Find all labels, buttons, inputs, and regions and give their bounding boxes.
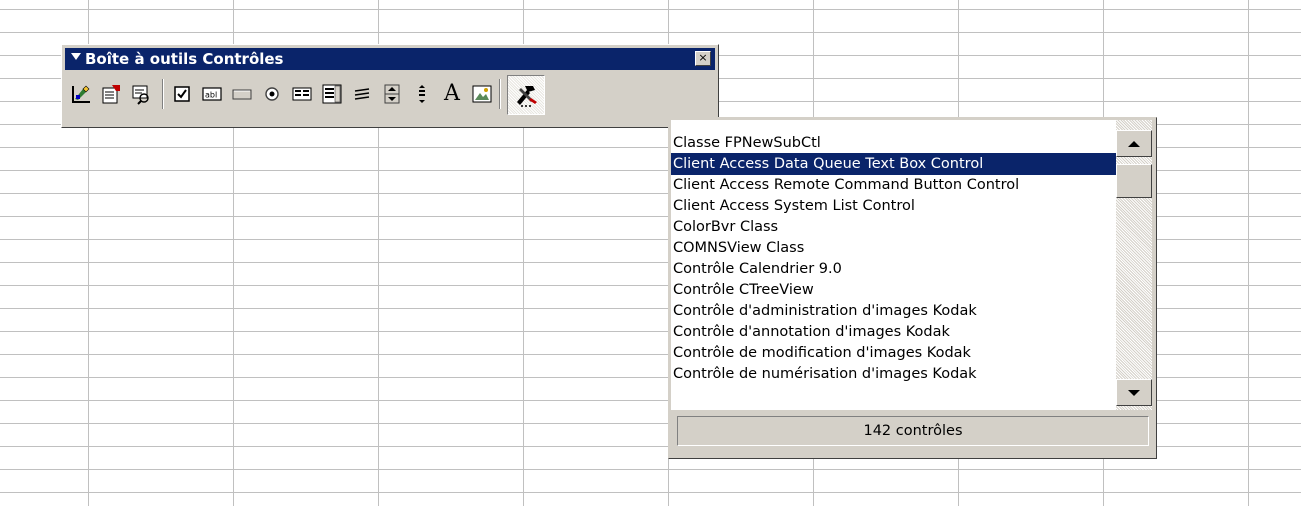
toolbox-title: Boîte à outils Contrôles xyxy=(85,50,284,68)
scrollbar-thumb[interactable] xyxy=(1116,164,1152,198)
textbox-icon[interactable]: abl xyxy=(199,81,225,107)
list-item[interactable]: Classe FPNewSubCtl xyxy=(671,132,1121,154)
close-button[interactable]: × xyxy=(695,51,711,66)
arrow-up-icon xyxy=(1128,140,1140,147)
design-mode-icon[interactable] xyxy=(68,81,94,107)
arrow-down-icon xyxy=(1128,389,1140,396)
toolbox-tools: abl A xyxy=(66,75,716,119)
label-icon[interactable]: A xyxy=(439,81,465,107)
list-item[interactable]: Contrôle Calendrier 9.0 xyxy=(671,258,1121,280)
list-item[interactable]: Contrôle de numérisation d'images Kodak xyxy=(671,363,1121,385)
list-item[interactable]: Contrôle CTreeView xyxy=(671,279,1121,301)
toggle-button-icon[interactable] xyxy=(349,81,375,107)
svg-text:abl: abl xyxy=(205,91,217,100)
properties-icon[interactable] xyxy=(98,81,124,107)
label-glyph: A xyxy=(444,81,460,106)
list-item[interactable]: Contrôle d'administration d'images Kodak xyxy=(671,300,1121,322)
list-item[interactable]: Contrôle de modification d'images Kodak xyxy=(671,342,1121,364)
list-item[interactable]: COMNSView Class xyxy=(671,237,1121,259)
list-item[interactable]: Client Access Remote Command Button Cont… xyxy=(671,174,1121,196)
scroll-down-button[interactable] xyxy=(1116,379,1152,406)
scrollbar-icon[interactable] xyxy=(409,81,435,107)
more-controls-dropdown[interactable]: Classe FPNewSubCtl Client Access Data Qu… xyxy=(668,117,1157,459)
image-icon[interactable] xyxy=(469,81,495,107)
controls-toolbox[interactable]: Boîte à outils Contrôles × abl A xyxy=(61,44,719,128)
toolbar-options-arrow-icon[interactable] xyxy=(71,53,81,60)
list-item[interactable]: Client Access System List Control xyxy=(671,195,1121,217)
spin-button-icon[interactable] xyxy=(379,81,405,107)
list-item[interactable]: Contrôle d'annotation d'images Kodak xyxy=(671,321,1121,343)
controls-listbox[interactable]: Classe FPNewSubCtl Client Access Data Qu… xyxy=(671,120,1152,410)
vertical-scrollbar[interactable] xyxy=(1116,120,1152,410)
view-code-icon[interactable] xyxy=(128,81,154,107)
controls-count-status: 142 contrôles xyxy=(677,416,1149,446)
command-button-icon[interactable] xyxy=(229,81,255,107)
checkbox-icon[interactable] xyxy=(169,81,195,107)
scroll-up-button[interactable] xyxy=(1116,130,1152,157)
toolbar-separator xyxy=(162,79,164,109)
list-item-selected[interactable]: Client Access Data Queue Text Box Contro… xyxy=(671,153,1121,175)
more-controls-icon[interactable] xyxy=(507,75,545,115)
list-item[interactable]: ColorBvr Class xyxy=(671,216,1121,238)
combobox-icon[interactable] xyxy=(319,81,345,107)
toolbar-separator xyxy=(499,79,501,109)
listbox-icon[interactable] xyxy=(289,81,315,107)
option-button-icon[interactable] xyxy=(259,81,285,107)
toolbox-titlebar[interactable]: Boîte à outils Contrôles × xyxy=(65,48,715,70)
